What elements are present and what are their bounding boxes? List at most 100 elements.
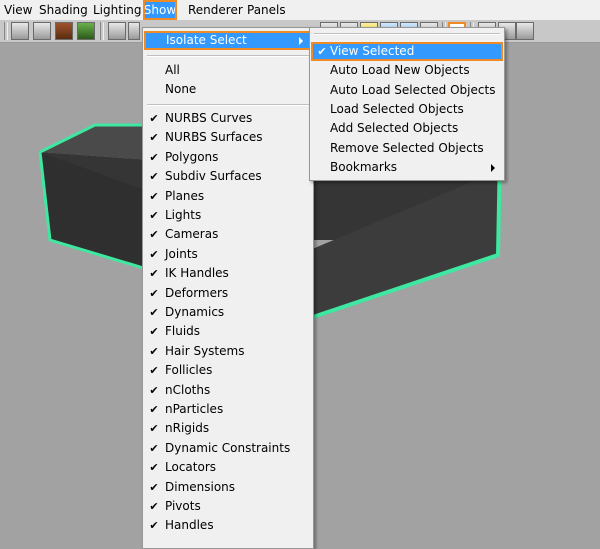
menu-item-nparticles[interactable]: ✔ nParticles: [143, 400, 313, 419]
menu-item-all[interactable]: All: [143, 61, 313, 80]
image-plane-icon[interactable]: [77, 22, 95, 40]
menu-item-label: Locators: [165, 460, 216, 475]
checkmark-icon: ✔: [149, 519, 159, 533]
submenu-item-view-selected[interactable]: ✔ View Selected: [311, 42, 503, 61]
menu-item-isolate-select[interactable]: Isolate Select: [144, 31, 312, 50]
bookmark-icon[interactable]: [55, 22, 73, 40]
menu-item-polygons[interactable]: ✔ Polygons: [143, 148, 313, 167]
menu-item-deformers[interactable]: ✔ Deformers: [143, 284, 313, 303]
menu-item-label: Dynamics: [165, 305, 225, 319]
menu-item-none[interactable]: None: [143, 80, 313, 99]
menu-item-ik-handles[interactable]: ✔ IK Handles: [143, 264, 313, 283]
menu-item-label: Dimensions: [165, 479, 236, 494]
menu-item-planes[interactable]: ✔ Planes: [143, 187, 313, 206]
submenu-item-label: Auto Load Selected Objects: [330, 82, 496, 97]
checkmark-icon: ✔: [149, 500, 159, 513]
menu-item-label: Polygons: [165, 149, 219, 164]
grid-icon[interactable]: [108, 22, 126, 40]
checkmark-icon: ✔: [149, 306, 159, 319]
checkmark-icon: ✔: [149, 325, 159, 339]
menu-show[interactable]: Show: [143, 0, 177, 20]
menu-item-label: NURBS Curves: [165, 111, 253, 125]
submenu-arrow-icon: [299, 37, 303, 45]
checkmark-icon: ✔: [149, 209, 159, 222]
menu-panels[interactable]: Panels: [246, 0, 287, 20]
submenu-item-auto-load-selected-objects[interactable]: Auto Load Selected Objects: [311, 81, 503, 100]
checkmark-icon: ✔: [149, 480, 159, 494]
menu-item-follicles[interactable]: ✔ Follicles: [143, 361, 313, 380]
menu-item-lights[interactable]: ✔ Lights: [143, 206, 313, 225]
menu-item-label: NURBS Surfaces: [165, 130, 263, 145]
menu-item-pivots[interactable]: ✔ Pivots: [143, 497, 313, 516]
menu-separator: [147, 104, 309, 106]
checkmark-icon: ✔: [149, 170, 159, 184]
menu-shading[interactable]: Shading: [38, 0, 89, 20]
checkmark-icon: ✔: [149, 150, 159, 164]
menu-item-locators[interactable]: ✔ Locators: [143, 458, 313, 477]
menu-item-ncloths[interactable]: ✔ nCloths: [143, 381, 313, 400]
menu-item-label: nParticles: [165, 402, 224, 416]
toolbar-separator: [4, 22, 8, 40]
menu-item-label: Isolate Select: [166, 33, 247, 47]
menu-item-label: Deformers: [165, 285, 229, 300]
checkmark-icon: ✔: [149, 441, 159, 455]
menu-item-label: Handles: [165, 518, 214, 533]
checkmark-icon: ✔: [149, 228, 159, 242]
film-gate-icon[interactable]: [128, 22, 140, 40]
menu-item-label: Fluids: [165, 324, 201, 339]
menu-item-hair-systems[interactable]: ✔ Hair Systems: [143, 342, 313, 361]
menu-item-label: Subdiv Surfaces: [165, 169, 262, 184]
menu-item-handles[interactable]: ✔ Handles: [143, 516, 313, 535]
menu-item-label: Planes: [165, 188, 205, 203]
checkmark-icon: ✔: [149, 267, 159, 281]
menu-item-label: nCloths: [165, 382, 211, 397]
submenu-item-add-selected-objects[interactable]: Add Selected Objects: [311, 119, 503, 138]
menu-item-dimensions[interactable]: ✔ Dimensions: [143, 478, 313, 497]
select-camera-icon[interactable]: [11, 22, 29, 40]
menu-item-cameras[interactable]: ✔ Cameras: [143, 225, 313, 244]
checkmark-icon: ✔: [149, 461, 159, 475]
checkmark-icon: ✔: [149, 364, 159, 378]
checkmark-icon: ✔: [149, 247, 159, 261]
checkmark-icon: ✔: [149, 422, 159, 436]
menu-item-dynamic-constraints[interactable]: ✔ Dynamic Constraints: [143, 439, 313, 458]
camera-lock-icon[interactable]: [516, 22, 534, 40]
checkmark-icon: ✔: [149, 383, 159, 397]
menu-item-label: Hair Systems: [165, 343, 245, 358]
show-menu-dropdown: Isolate Select All None ✔ NURBS Curves ✔ NU…: [142, 27, 314, 549]
menu-renderer[interactable]: Renderer: [187, 0, 244, 20]
menu-item-label: All: [165, 63, 180, 77]
submenu-item-label: Bookmarks: [330, 159, 398, 174]
menu-item-label: Cameras: [165, 227, 219, 242]
menu-item-label: IK Handles: [165, 266, 229, 281]
menu-item-fluids[interactable]: ✔ Fluids: [143, 322, 313, 341]
menu-item-nrigids[interactable]: ✔ nRigids: [143, 419, 313, 438]
menu-item-label: nRigids: [165, 421, 210, 436]
checkmark-icon: ✔: [149, 286, 159, 300]
submenu-item-auto-load-new-objects[interactable]: Auto Load New Objects: [311, 61, 503, 80]
menu-separator: [147, 55, 309, 57]
menu-item-subdiv-surfaces[interactable]: ✔ Subdiv Surfaces: [143, 167, 313, 186]
menu-item-label: Pivots: [165, 499, 201, 513]
menubar: View Shading Lighting Show Renderer Pane…: [0, 0, 600, 21]
checkmark-icon: ✔: [149, 189, 159, 203]
menu-item-label: Joints: [165, 246, 198, 261]
submenu-item-label: Load Selected Objects: [330, 101, 464, 116]
menu-lighting[interactable]: Lighting: [92, 0, 143, 20]
submenu-item-load-selected-objects[interactable]: Load Selected Objects: [311, 100, 503, 119]
menu-item-nurbs-curves[interactable]: ✔ NURBS Curves: [143, 109, 313, 128]
submenu-arrow-icon: [491, 163, 495, 172]
menu-item-dynamics[interactable]: ✔ Dynamics: [143, 303, 313, 322]
camera-attributes-icon[interactable]: [33, 22, 51, 40]
checkmark-icon: ✔: [317, 45, 327, 58]
submenu-item-bookmarks[interactable]: Bookmarks: [311, 158, 503, 177]
checkmark-icon: ✔: [149, 403, 159, 416]
menu-item-joints[interactable]: ✔ Joints: [143, 245, 313, 264]
submenu-item-label: View Selected: [330, 44, 415, 58]
menu-item-nurbs-surfaces[interactable]: ✔ NURBS Surfaces: [143, 128, 313, 147]
checkmark-icon: ✔: [149, 344, 159, 358]
menu-view[interactable]: View: [3, 0, 33, 20]
menu-item-label: None: [165, 82, 197, 96]
submenu-item-remove-selected-objects[interactable]: Remove Selected Objects: [311, 139, 503, 158]
submenu-item-label: Remove Selected Objects: [330, 140, 484, 155]
